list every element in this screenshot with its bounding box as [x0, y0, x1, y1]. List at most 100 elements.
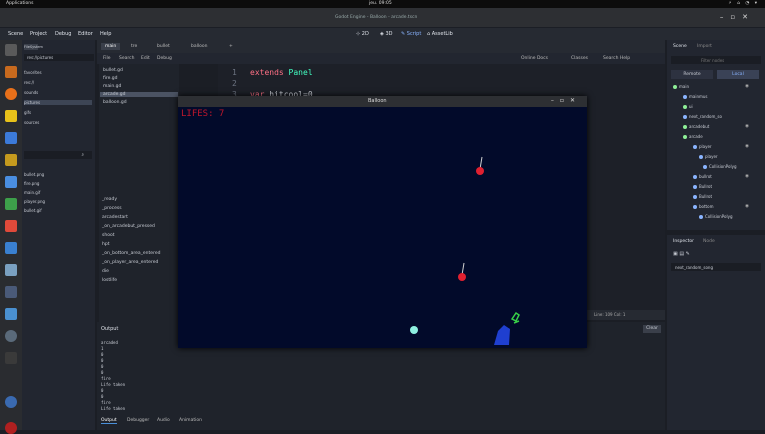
script-item[interactable]: bullet.gd	[103, 68, 123, 73]
menu-project[interactable]: Project	[30, 31, 47, 37]
tab-inspector[interactable]: Inspector	[673, 239, 694, 244]
script-menu-debug[interactable]: Debug	[153, 55, 176, 62]
clock[interactable]: jeu. 09:05	[369, 1, 392, 6]
bottom-tab-debugger[interactable]: Debugger	[127, 418, 149, 423]
tab-import[interactable]: Import	[697, 44, 712, 49]
bottom-tab-output[interactable]: Output	[101, 418, 117, 424]
script-menu-file[interactable]: File	[99, 55, 115, 62]
fs-folder-favorites[interactable]: favorites	[24, 70, 42, 75]
window-controls[interactable]: –▫✕	[720, 13, 755, 21]
archive-icon[interactable]	[5, 154, 17, 166]
script-item[interactable]: main.gd	[103, 84, 121, 89]
clear-output-button[interactable]: Clear	[643, 325, 661, 333]
inspector-toolbar-icons[interactable]: ▣ ▤ ✎	[673, 251, 690, 257]
method-item[interactable]: die	[102, 269, 109, 274]
method-item[interactable]: _on_arcadebut_pressed	[102, 224, 155, 229]
console-icon[interactable]	[5, 352, 17, 364]
visibility-eye-icon[interactable]: ◉	[745, 204, 749, 209]
notes-icon[interactable]	[5, 110, 17, 122]
firefox-icon[interactable]	[5, 88, 17, 100]
script-menu-edit[interactable]: Edit	[137, 55, 154, 62]
tree-node-bullrot[interactable]: Bullrot	[693, 194, 712, 199]
tab-tre[interactable]: tre	[127, 43, 141, 50]
tree-node-collision[interactable]: CollisionPolyg	[703, 164, 737, 169]
game-window-controls[interactable]: –▫✕	[551, 97, 581, 104]
script-item[interactable]: balloon.gd	[103, 100, 127, 105]
godot-icon[interactable]	[5, 396, 17, 408]
method-item[interactable]: _process	[102, 206, 122, 211]
disc-icon[interactable]	[5, 330, 17, 342]
online-docs-button[interactable]: Online Docs	[517, 55, 552, 62]
bottom-tab-animation[interactable]: Animation	[179, 418, 202, 423]
tree-node-ui[interactable]: ui	[683, 104, 693, 109]
script-item[interactable]: fire.gd	[103, 76, 118, 81]
workspace-assetlib-button[interactable]: ⌂ AssetLib	[427, 31, 453, 37]
inspector-selected-node[interactable]: next_random_song	[671, 263, 761, 271]
search-help-button[interactable]: Search Help	[599, 55, 634, 62]
method-item[interactable]: _on_player_area_entered	[102, 260, 158, 265]
filesystem-tab[interactable]: FileSystem	[24, 44, 43, 50]
classes-button[interactable]: Classes	[567, 55, 592, 62]
system-tray-icons[interactable]: ⚡ ⌂ ◔ ▾	[729, 1, 760, 6]
store-icon[interactable]	[5, 198, 17, 210]
visibility-eye-icon[interactable]: ◉	[745, 124, 749, 129]
visibility-eye-icon[interactable]: ◉	[745, 84, 749, 89]
visibility-eye-icon[interactable]: ◉	[745, 144, 749, 149]
workspace-3d-button[interactable]: ◈ 3D	[380, 31, 392, 37]
fs-search-input[interactable]: ⌕	[24, 151, 92, 159]
script-menu-search[interactable]: Search	[115, 55, 138, 62]
tree-node-mainmus[interactable]: mainmus	[683, 94, 708, 99]
menu-help[interactable]: Help	[100, 31, 111, 37]
menu-scene[interactable]: Scene	[8, 31, 23, 37]
fs-folder-sources[interactable]: sources	[24, 120, 39, 125]
check-icon[interactable]	[5, 176, 17, 188]
visibility-eye-icon[interactable]: ◉	[745, 174, 749, 179]
method-item[interactable]: _on_bottom_area_entered	[102, 251, 160, 256]
tab-bullet[interactable]: bullet	[153, 43, 174, 50]
method-item[interactable]: hpt	[102, 242, 109, 247]
tree-node-arcadebut[interactable]: arcadebut	[683, 124, 709, 129]
filter-nodes-input[interactable]: Filter nodes	[671, 56, 761, 64]
fs-file[interactable]: bullet.png	[24, 172, 44, 177]
tree-node-player-sprite[interactable]: player	[699, 154, 718, 159]
method-item[interactable]: shoot	[102, 233, 114, 238]
files-icon[interactable]	[5, 66, 17, 78]
fs-folder-root[interactable]: res://	[24, 80, 34, 85]
fs-folder-pictures[interactable]: pictures	[24, 100, 92, 105]
settings-icon[interactable]	[5, 308, 17, 320]
workspace-2d-button[interactable]: ⊹ 2D	[356, 31, 369, 37]
tree-node-bullrot[interactable]: bullrot	[693, 174, 712, 179]
mail-icon[interactable]	[5, 132, 17, 144]
method-item[interactable]: lostlife	[102, 278, 117, 283]
tree-node-bullrot[interactable]: Bullrot	[693, 184, 712, 189]
fs-folder-sounds[interactable]: sounds	[24, 90, 38, 95]
image-viewer-icon[interactable]	[5, 264, 17, 276]
game-viewport[interactable]: LIFES: 7	[178, 107, 587, 348]
local-button[interactable]: Local	[717, 70, 759, 79]
fs-file[interactable]: bullet.gif	[24, 208, 42, 213]
remote-button[interactable]: Remote	[671, 70, 713, 79]
pdf-icon[interactable]	[5, 220, 17, 232]
add-tab-icon[interactable]: +	[225, 43, 237, 50]
tree-node-main[interactable]: main	[673, 84, 689, 89]
fs-file[interactable]: fire.png	[24, 181, 39, 186]
workspace-script-button[interactable]: ✎ Script	[401, 31, 421, 37]
method-item[interactable]: _ready	[102, 197, 117, 202]
fs-file[interactable]: player.png	[24, 199, 45, 204]
tab-balloon[interactable]: balloon	[187, 43, 211, 50]
filesystem-path[interactable]: res://pictures	[24, 54, 94, 61]
tab-scene[interactable]: Scene	[673, 44, 687, 49]
terminal-icon[interactable]	[5, 286, 17, 298]
tab-main[interactable]: main	[101, 43, 121, 50]
editor-icon[interactable]	[5, 242, 17, 254]
script-item-selected[interactable]: arcade.gd	[100, 92, 178, 97]
fs-folder-gifs[interactable]: gifs	[24, 110, 31, 115]
tree-node-arcade[interactable]: arcade	[683, 134, 703, 139]
menu-editor[interactable]: Editor	[78, 31, 93, 37]
record-icon[interactable]	[5, 422, 17, 434]
tree-node-bottom[interactable]: bottom	[693, 204, 713, 209]
tree-node-next-random-so[interactable]: next_random_so	[683, 114, 722, 119]
tree-node-collision[interactable]: CollisionPolyg	[699, 214, 733, 219]
tree-node-player[interactable]: player	[693, 144, 712, 149]
bottom-tab-audio[interactable]: Audio	[157, 418, 170, 423]
